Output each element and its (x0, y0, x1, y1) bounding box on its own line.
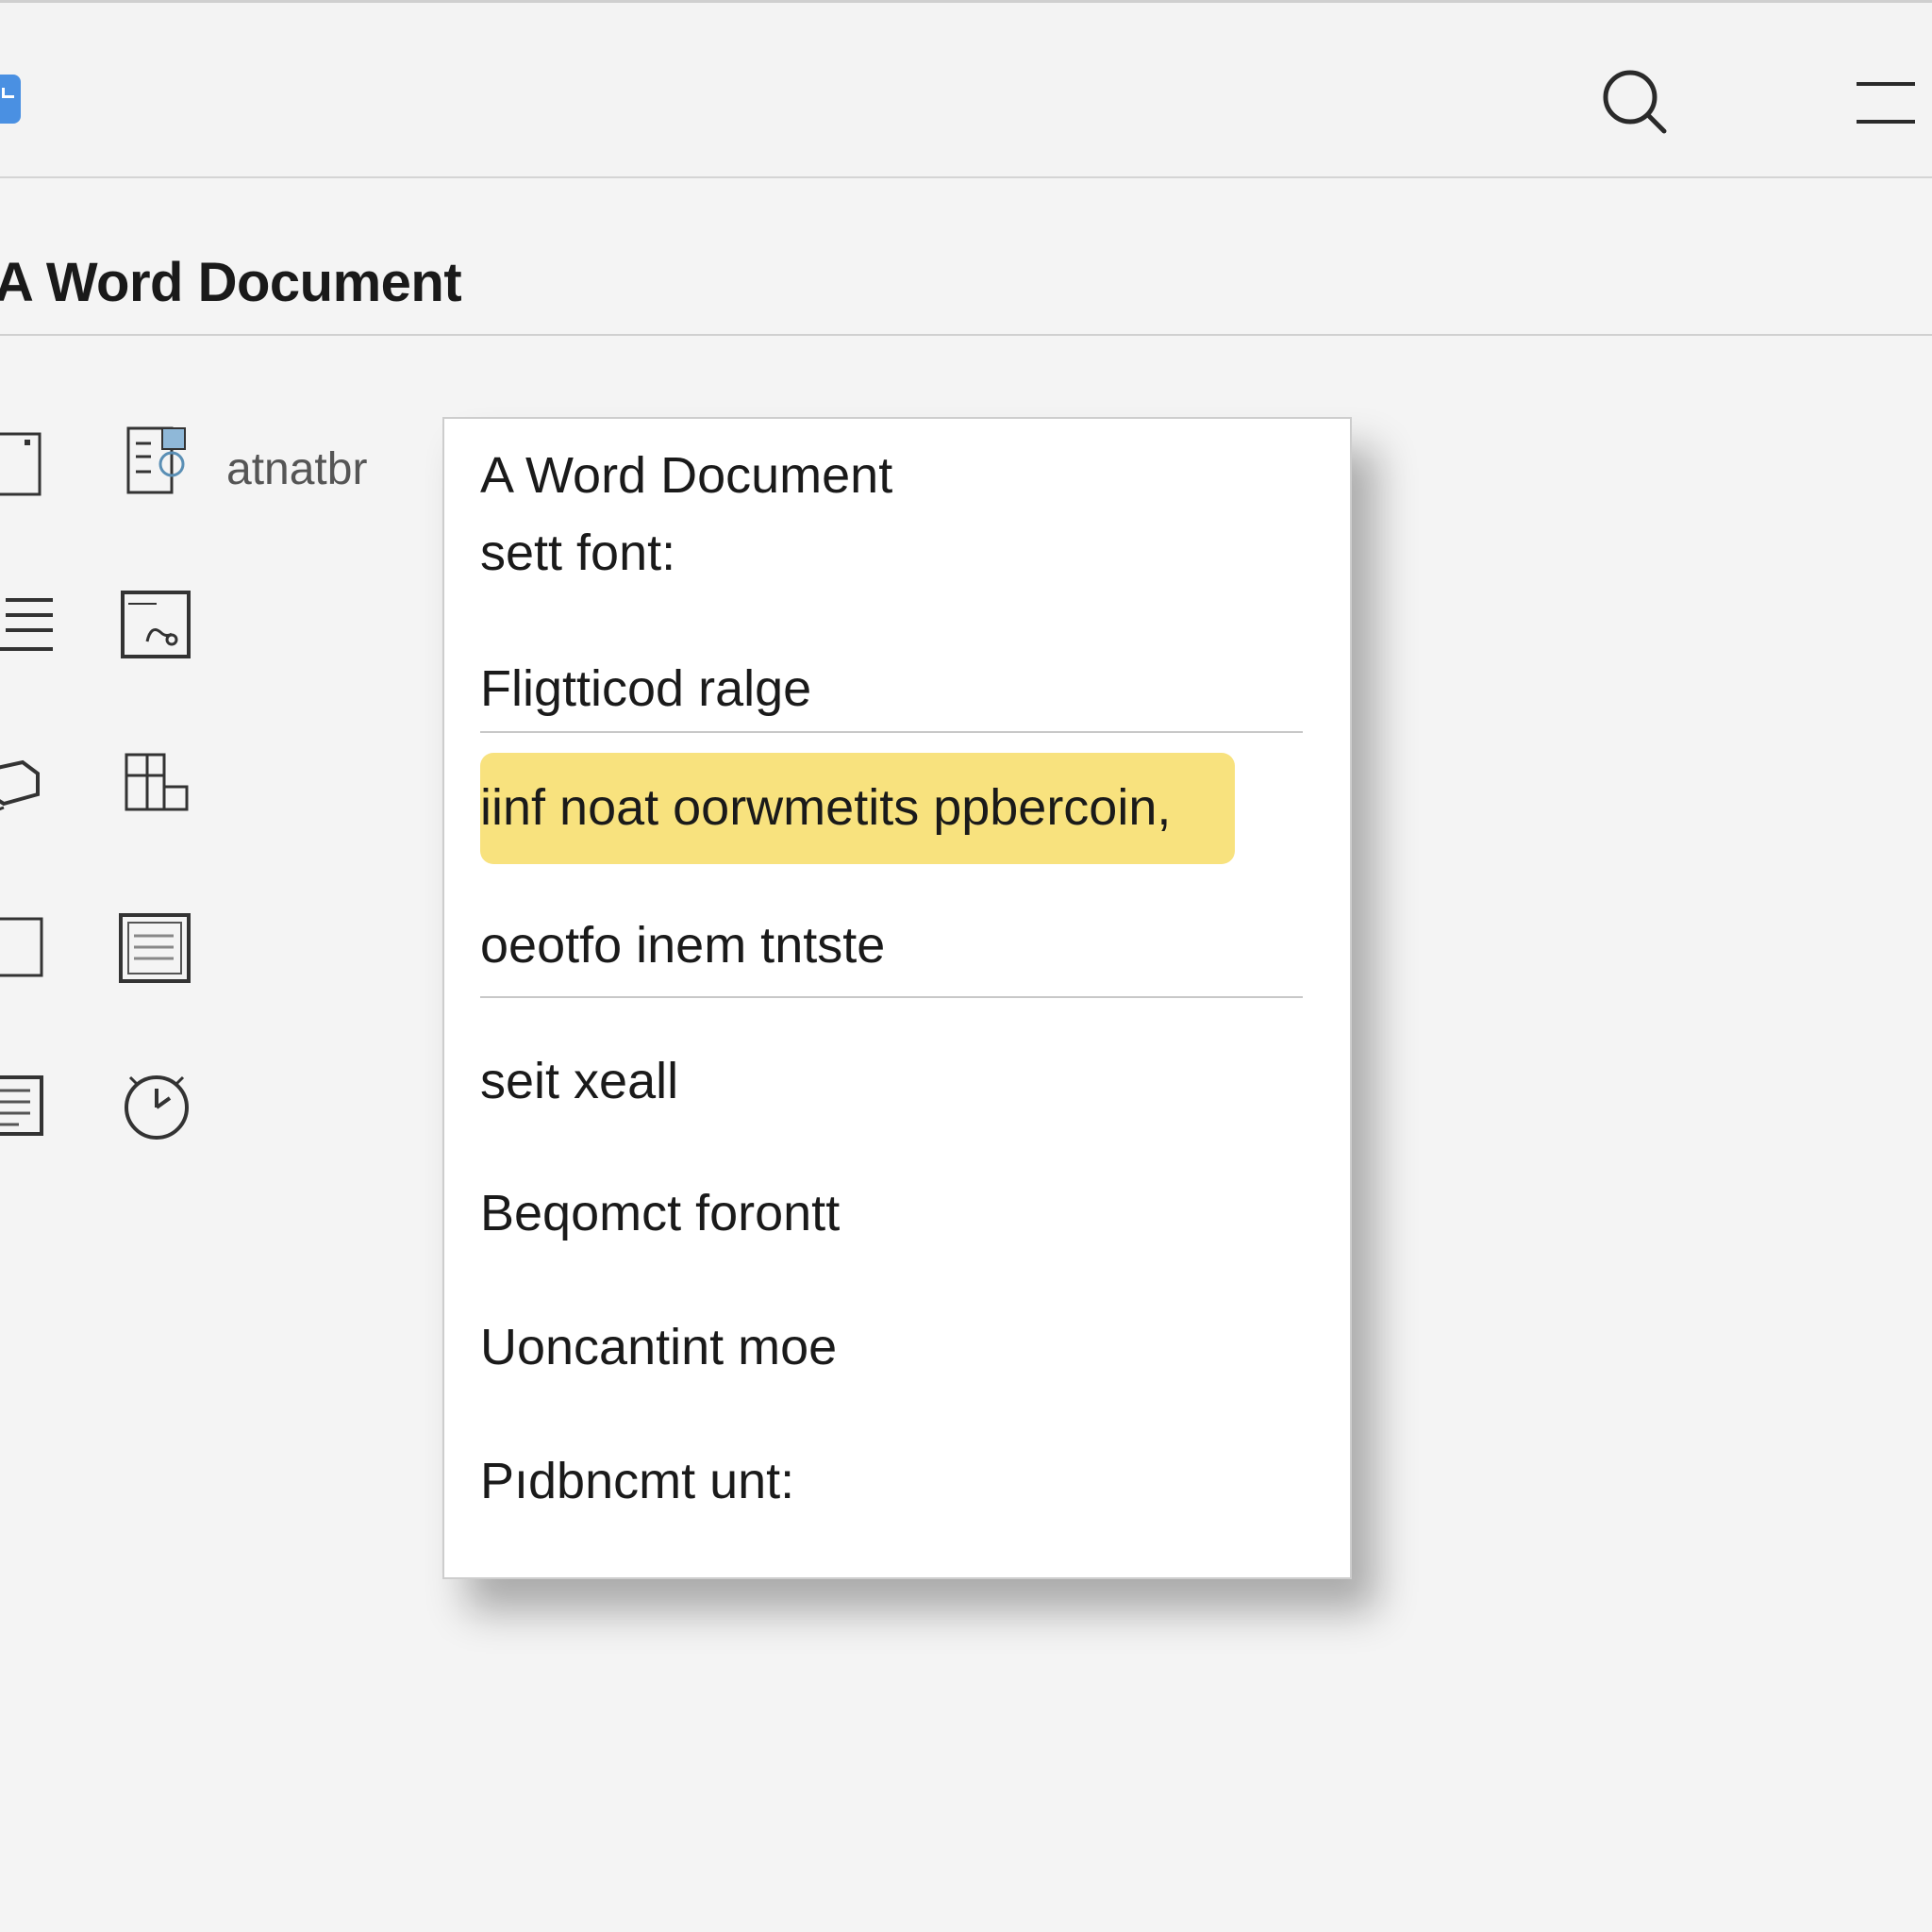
blank-frame-icon[interactable] (0, 911, 57, 987)
menu-item[interactable]: seit xeall (480, 1043, 678, 1119)
menu-divider (480, 996, 1303, 998)
notes-icon[interactable] (0, 1068, 60, 1143)
dropdown-subheader: sett font: (480, 525, 676, 581)
menu-item[interactable]: Fligtticod ralge (480, 651, 811, 726)
grid-blocks-icon[interactable] (119, 747, 194, 823)
menu-button[interactable] (1853, 78, 1919, 127)
menu-item[interactable]: oeotfo inem tntste (480, 908, 885, 983)
top-toolbar (0, 3, 1932, 178)
search-button[interactable] (1600, 67, 1670, 137)
document-title: A Word Document (0, 252, 462, 313)
app-window: A Word Document atnatbr A Word Document … (0, 0, 1932, 1932)
image-frame-icon[interactable] (119, 587, 194, 662)
menu-item[interactable]: Beqomct forontt (480, 1175, 840, 1251)
dropdown-header: A Word Document (480, 447, 893, 504)
title-divider (0, 334, 1932, 336)
page-icon[interactable] (0, 426, 57, 502)
font-dropdown-menu: A Word Document sett font: Fligtticod ra… (442, 417, 1352, 1579)
app-logo-icon[interactable] (0, 75, 21, 124)
clock-icon[interactable] (119, 1068, 194, 1143)
menu-item-selected[interactable]: iinf noat oorwmetits ppbercoin, (480, 770, 1171, 845)
list-icon[interactable] (0, 587, 60, 662)
menu-item[interactable]: Pıdbncmt unt: (480, 1443, 794, 1519)
table-icon[interactable] (117, 909, 192, 985)
document-settings-icon[interactable] (123, 423, 198, 498)
layers-icon[interactable] (0, 747, 60, 823)
search-icon (1603, 70, 1667, 134)
hamburger-menu-icon (1857, 82, 1915, 124)
menu-divider (480, 731, 1303, 733)
sidebar-label: atnatbr (226, 444, 368, 494)
menu-item[interactable]: Uoncantint moe (480, 1309, 837, 1385)
